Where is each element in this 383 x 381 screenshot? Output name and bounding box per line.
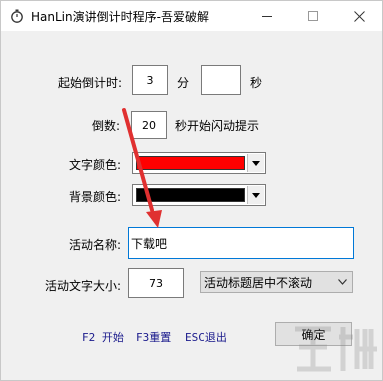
text-color-swatch [136,156,245,170]
watermark-logo [295,326,377,372]
reverse-suffix: 秒开始闪动提示 [175,119,260,133]
app-window: HanLin演讲倒计时程序-吾爱破解 起始倒计时: 3 分 秒 倒数: 20 秒… [0,0,383,381]
bg-color-swatch [136,188,245,202]
window-title: HanLin演讲倒计时程序-吾爱破解 [31,10,209,24]
maximize-icon [308,11,318,21]
scroll-mode-value: 活动标题居中不滚动 [204,275,313,290]
font-size-label: 活动文字大小: [45,279,122,293]
hotkey-f2: F2 开始 [82,331,124,344]
minimize-icon [262,15,272,17]
text-color-dropdown-button[interactable] [247,154,264,172]
scroll-mode-select[interactable]: 活动标题居中不滚动 [200,271,353,293]
reverse-input[interactable]: 20 [131,111,167,139]
minutes-input[interactable]: 3 [132,65,168,95]
minutes-unit: 分 [177,76,190,90]
close-icon [353,10,365,22]
maximize-button[interactable] [290,1,336,31]
timer-icon [11,9,23,23]
text-color-select[interactable] [132,152,266,174]
close-button[interactable] [336,1,382,31]
seconds-unit: 秒 [250,76,263,90]
chevron-down-icon [338,279,347,285]
event-name-input[interactable]: 下载吧 [128,227,354,259]
text-color-label: 文字颜色: [69,158,122,172]
event-name-label: 活动名称: [69,238,122,252]
chevron-down-icon [252,192,260,198]
seconds-input[interactable] [201,65,241,95]
bg-color-dropdown-button[interactable] [247,186,264,204]
hotkey-esc: ESC退出 [185,331,227,344]
hotkey-f3: F3重置 [136,331,172,344]
bg-color-select[interactable] [132,184,266,206]
minimize-button[interactable] [244,1,290,31]
reverse-label: 倒数: [92,119,121,133]
title-bar: HanLin演讲倒计时程序-吾爱破解 [1,1,382,31]
countdown-label: 起始倒计时: [58,76,123,90]
font-size-input[interactable]: 73 [128,268,184,298]
bg-color-label: 背景颜色: [69,190,122,204]
chevron-down-icon [252,160,260,166]
